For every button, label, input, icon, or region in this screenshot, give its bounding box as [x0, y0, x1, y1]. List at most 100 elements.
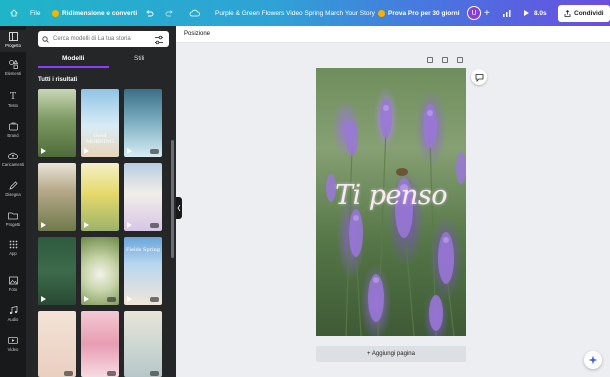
template-thumbnail[interactable]: [38, 237, 76, 305]
resize-button[interactable]: Ridimensione e converti: [52, 0, 137, 26]
position-button[interactable]: Posizione: [184, 31, 210, 37]
template-thumbnail[interactable]: Fields Spring: [124, 237, 162, 305]
folder-icon: [8, 211, 18, 220]
template-thumbnail[interactable]: [124, 311, 162, 377]
play-icon: [41, 222, 46, 228]
undo-icon: [146, 10, 154, 17]
template-thumbnail[interactable]: [124, 163, 162, 231]
document-title[interactable]: Purple & Green Flowers Video Spring Marc…: [215, 0, 375, 26]
redo-button[interactable]: [165, 0, 174, 26]
tab-modelli[interactable]: Modelli: [62, 55, 84, 62]
section-title: Tutti i risultati: [38, 77, 78, 83]
avatar[interactable]: U: [467, 0, 481, 26]
rail-item-testo[interactable]: T Testo: [0, 91, 26, 109]
duration-badge: [107, 297, 116, 302]
lock-icon[interactable]: [427, 57, 433, 63]
rail-label: Progetto: [5, 43, 21, 48]
rail-label: Testo: [7, 103, 18, 108]
play-icon: [127, 222, 132, 228]
template-thumbnail[interactable]: [124, 89, 162, 157]
thumbnail-caption: Fields Spring: [125, 247, 161, 253]
duration-badge: [150, 371, 159, 376]
page-tools: [427, 57, 463, 65]
home-icon[interactable]: [10, 0, 18, 26]
template-thumbnail[interactable]: [38, 163, 76, 231]
add-page-button[interactable]: + Aggiungi pagina: [316, 346, 466, 362]
side-rail: [0, 26, 26, 377]
play-icon: [524, 10, 529, 16]
play-icon: [84, 296, 89, 302]
rail-label: Progetti: [5, 222, 21, 227]
play-icon: [84, 148, 89, 154]
page-title-text[interactable]: Ti penso: [316, 180, 466, 211]
redo-icon: [165, 10, 173, 17]
design-page[interactable]: Ti penso: [316, 68, 466, 336]
resize-label: Ridimensione e converti: [62, 9, 138, 17]
music-icon: [8, 306, 18, 315]
rail-item-progetti[interactable]: Progetti: [0, 211, 26, 227]
comment-button[interactable]: [471, 69, 487, 85]
template-thumbnail[interactable]: [38, 89, 76, 157]
stats-icon[interactable]: [502, 0, 511, 26]
template-thumbnail[interactable]: Good MORNING: [81, 89, 119, 157]
rail-label: Caricamenti: [1, 162, 25, 167]
rail-item-brand[interactable]: Brand: [0, 122, 26, 138]
template-thumbnail[interactable]: [81, 311, 119, 377]
duration-badge: [64, 371, 73, 376]
rail-label: Elementi: [4, 71, 22, 76]
play-icon: [41, 296, 46, 302]
search-icon: [42, 35, 49, 43]
share-label: Condividi: [574, 9, 604, 17]
duration-badge: [150, 149, 159, 154]
play-icon: [127, 296, 132, 302]
file-menu-label: File: [30, 9, 41, 17]
rail-label: Foto: [8, 287, 18, 292]
crown-icon: [52, 9, 59, 17]
text-icon: T: [9, 91, 16, 102]
share-button[interactable]: Condividi: [558, 0, 610, 26]
try-pro-button[interactable]: Prova Pro per 30 giorni: [378, 0, 460, 26]
cloud-save-icon[interactable]: [189, 0, 200, 26]
active-tab-indicator: [38, 66, 109, 68]
chevron-left-icon: [177, 204, 181, 212]
rail-item-app[interactable]: App: [0, 240, 26, 256]
sliders-icon: [155, 35, 163, 45]
rail-item-foto[interactable]: Foto: [0, 276, 26, 292]
try-pro-label: Prova Pro per 30 giorni: [388, 9, 460, 17]
document-title-text: Purple & Green Flowers Video Spring Marc…: [215, 9, 375, 17]
undo-button[interactable]: [145, 0, 154, 26]
tab-stili[interactable]: Stili: [134, 55, 144, 62]
crown-icon: [378, 9, 385, 17]
rail-item-audio[interactable]: Audio: [0, 306, 26, 322]
rail-item-video[interactable]: Video: [0, 336, 26, 352]
duration-badge: [150, 223, 159, 228]
avatar-initial: U: [467, 6, 481, 20]
rail-label: Disegna: [5, 192, 21, 197]
template-thumbnail[interactable]: [81, 163, 119, 231]
search-input[interactable]: Cerca modelli di La tua storia: [38, 31, 169, 47]
share-icon: [564, 9, 571, 17]
template-thumbnail[interactable]: [38, 311, 76, 377]
rail-item-disegna[interactable]: Disegna: [0, 181, 26, 197]
rail-item-elementi[interactable]: Elementi: [0, 60, 26, 76]
rail-item-caricamenti[interactable]: Caricamenti: [0, 151, 26, 167]
comment-icon: [475, 73, 483, 82]
template-thumbnail[interactable]: [81, 237, 119, 305]
pen-icon: [8, 181, 18, 190]
play-icon: [84, 222, 89, 228]
assistant-button[interactable]: [584, 351, 602, 369]
play-icon: [127, 148, 132, 154]
photo-icon: [8, 276, 18, 285]
play-button[interactable]: 8.0s: [523, 0, 547, 26]
panel-scrollbar[interactable]: [171, 140, 174, 258]
plus-icon[interactable]: +: [484, 0, 490, 26]
rail-item-progetto[interactable]: Progetto: [0, 30, 26, 52]
filter-button[interactable]: [153, 33, 165, 45]
rail-label: Brand: [7, 133, 19, 138]
rail-label: Audio: [7, 317, 19, 322]
upload-icon: [8, 151, 18, 160]
duplicate-icon[interactable]: [442, 57, 448, 63]
file-menu[interactable]: File: [30, 0, 40, 26]
add-page-icon[interactable]: [457, 57, 463, 63]
collapse-panel-handle[interactable]: [176, 197, 182, 219]
